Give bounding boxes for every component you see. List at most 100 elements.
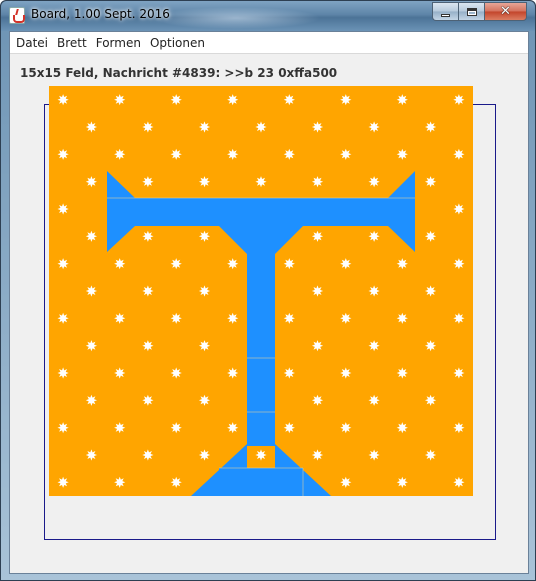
- star-icon: [283, 148, 295, 160]
- star-icon: [368, 449, 380, 461]
- star-icon: [170, 476, 182, 488]
- star-icon: [57, 476, 69, 488]
- star-icon: [198, 230, 211, 242]
- star-icon: [283, 258, 295, 270]
- star-icon: [57, 367, 69, 379]
- menu-brett[interactable]: Brett: [55, 36, 94, 50]
- star-icon: [453, 258, 465, 270]
- minimize-icon: [441, 13, 450, 17]
- star-icon: [283, 422, 295, 434]
- star-icon: [170, 422, 182, 434]
- star-icon: [283, 367, 295, 379]
- star-icon: [396, 148, 408, 160]
- menu-formen[interactable]: Formen: [94, 36, 148, 50]
- star-icon: [57, 258, 69, 270]
- star-icon: [453, 312, 465, 324]
- star-icon: [170, 367, 182, 379]
- star-icon: [198, 285, 211, 297]
- application-window: Board, 1.00 Sept. 2016 ✕ Datei Brett For…: [0, 0, 536, 581]
- star-icon: [425, 176, 437, 188]
- star-icon: [198, 340, 211, 352]
- star-icon: [114, 258, 126, 270]
- star-icon: [198, 121, 211, 133]
- window-title: Board, 1.00 Sept. 2016: [31, 7, 170, 21]
- star-icon: [170, 94, 182, 106]
- star-icon: [425, 394, 437, 406]
- star-icon: [396, 422, 408, 434]
- star-icon: [340, 312, 352, 324]
- star-icon: [340, 367, 352, 379]
- maximize-button[interactable]: [458, 2, 484, 21]
- star-icon: [114, 476, 126, 488]
- game-board[interactable]: [49, 86, 473, 496]
- star-icon: [170, 258, 182, 270]
- star-icon: [311, 121, 324, 133]
- star-icon: [227, 258, 239, 270]
- star-icon: [85, 176, 97, 188]
- star-icon: [57, 422, 69, 434]
- star-icon: [340, 94, 352, 106]
- star-icon: [453, 148, 465, 160]
- star-icon: [311, 285, 324, 297]
- star-icon: [396, 367, 408, 379]
- star-icon: [85, 121, 97, 133]
- star-icon: [425, 340, 437, 352]
- star-icon: [453, 422, 465, 434]
- star-icon: [396, 312, 408, 324]
- title-glow: [151, 7, 321, 29]
- star-icon: [114, 312, 126, 324]
- t-stem: [247, 226, 275, 446]
- star-icon: [368, 121, 380, 133]
- star-icon: [198, 176, 211, 188]
- star-icon: [227, 312, 239, 324]
- star-icon: [227, 367, 239, 379]
- star-icon: [311, 340, 324, 352]
- star-icon: [114, 422, 126, 434]
- star-icon: [340, 422, 352, 434]
- star-icon: [425, 121, 437, 133]
- star-icon: [311, 176, 324, 188]
- star-icon: [255, 121, 267, 133]
- title-bar[interactable]: Board, 1.00 Sept. 2016 ✕: [1, 1, 535, 31]
- star-icon: [311, 230, 324, 242]
- star-icon: [283, 312, 295, 324]
- star-icon: [311, 394, 324, 406]
- star-icon: [85, 285, 97, 297]
- star-icon: [311, 449, 324, 461]
- star-icon: [368, 230, 380, 242]
- star-icon: [142, 121, 154, 133]
- star-icon: [142, 394, 154, 406]
- star-icon: [453, 367, 465, 379]
- star-icon: [57, 312, 69, 324]
- star-icon: [142, 449, 154, 461]
- close-button[interactable]: ✕: [484, 2, 527, 21]
- star-icon: [85, 449, 97, 461]
- star-icon: [453, 203, 465, 215]
- status-message: 15x15 Feld, Nachricht #4839: >>b 23 0xff…: [20, 66, 338, 80]
- t-base-center: [219, 468, 303, 496]
- star-icon: [57, 203, 69, 215]
- star-icon: [85, 394, 97, 406]
- star-icon: [368, 176, 380, 188]
- star-icon: [283, 94, 295, 106]
- star-icon: [368, 285, 380, 297]
- star-icon: [170, 148, 182, 160]
- java-icon[interactable]: [9, 7, 25, 24]
- star-icon: [453, 94, 465, 106]
- window-controls: ✕: [432, 2, 527, 21]
- menu-optionen[interactable]: Optionen: [148, 36, 212, 50]
- minimize-button[interactable]: [432, 2, 458, 21]
- star-icon: [227, 94, 239, 106]
- menu-bar: Datei Brett Formen Optionen: [10, 32, 528, 54]
- star-icon: [340, 476, 352, 488]
- star-icon: [368, 394, 380, 406]
- star-icon: [142, 285, 154, 297]
- star-icon: [425, 230, 437, 242]
- star-icon: [85, 340, 97, 352]
- star-icon: [396, 476, 408, 488]
- menu-datei[interactable]: Datei: [14, 36, 55, 50]
- star-icon: [142, 230, 154, 242]
- star-icon: [396, 94, 408, 106]
- star-icon: [85, 230, 97, 242]
- star-icon: [57, 94, 69, 106]
